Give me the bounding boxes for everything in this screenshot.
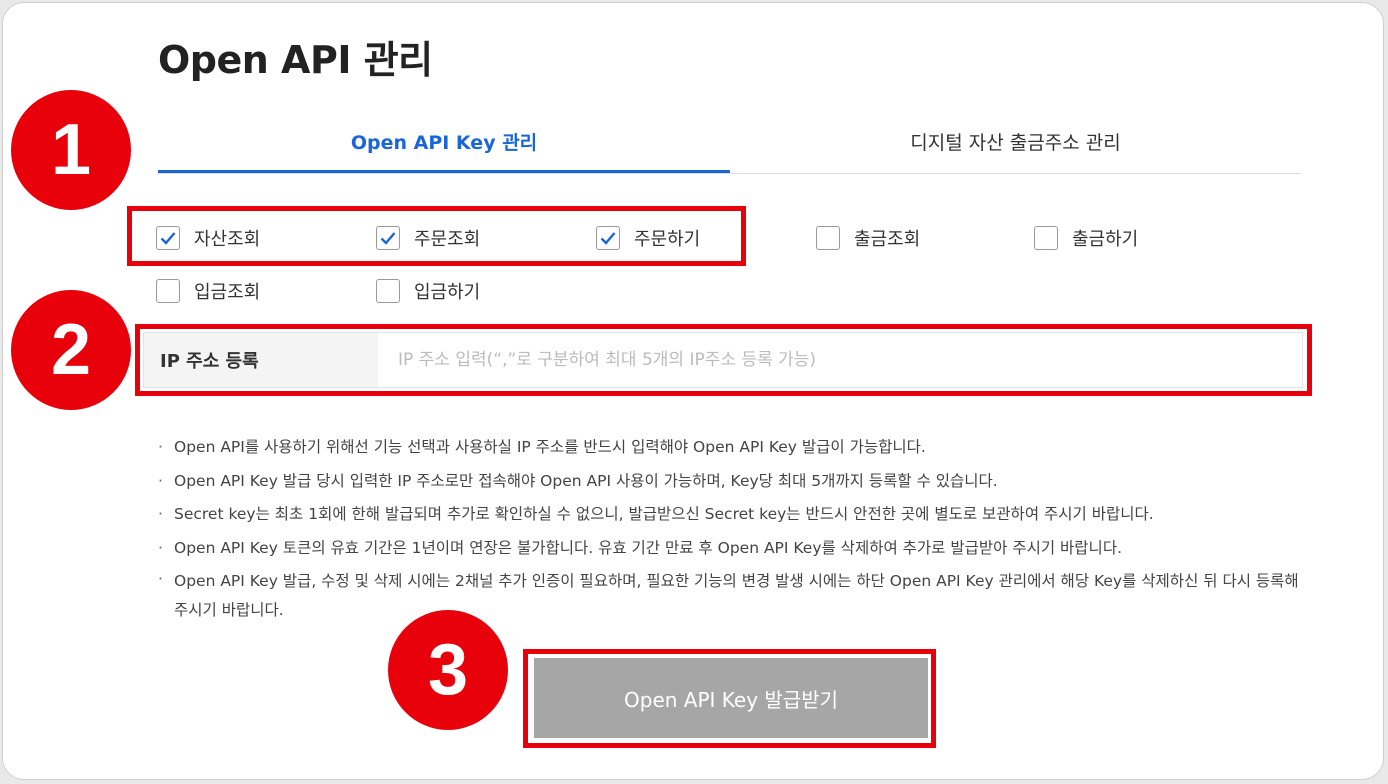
issue-api-key-button[interactable]: Open API Key 발급받기 bbox=[534, 658, 928, 738]
checkbox-deposit[interactable]: 입금하기 bbox=[376, 277, 480, 305]
notice-item: Open API를 사용하기 위해선 기능 선택과 사용하실 IP 주소를 반드… bbox=[158, 431, 1308, 465]
notice-item: Open API Key 발급, 수정 및 삭제 시에는 2채널 추가 인증이 … bbox=[158, 565, 1308, 625]
checkbox-box[interactable] bbox=[1034, 226, 1058, 250]
step-badge-3: 3 bbox=[388, 610, 508, 730]
checkbox-box[interactable] bbox=[376, 226, 400, 250]
checkbox-withdrawal-inquiry[interactable]: 출금조회 bbox=[816, 224, 920, 252]
notice-list: Open API를 사용하기 위해선 기능 선택과 사용하실 IP 주소를 반드… bbox=[158, 431, 1308, 625]
tab-bar: Open API Key 관리 디지털 자산 출금주소 관리 bbox=[158, 113, 1301, 174]
checkbox-label: 출금조회 bbox=[854, 229, 921, 250]
notice-item: Open API Key 토큰의 유효 기간은 1년이며 연장은 불가합니다. … bbox=[158, 532, 1308, 566]
checkbox-box[interactable] bbox=[156, 226, 180, 250]
tab-open-api-key[interactable]: Open API Key 관리 bbox=[158, 113, 730, 173]
checkmark-icon bbox=[160, 232, 176, 245]
checkbox-box[interactable] bbox=[596, 226, 620, 250]
checkbox-box[interactable] bbox=[156, 279, 180, 303]
checkbox-withdraw[interactable]: 출금하기 bbox=[1034, 224, 1138, 252]
checkbox-label: 주문조회 bbox=[414, 229, 481, 250]
checkbox-asset-inquiry[interactable]: 자산조회 bbox=[156, 224, 260, 252]
step-badge-1: 1 bbox=[11, 90, 131, 210]
page-title: Open API 관리 bbox=[158, 38, 433, 82]
notice-item: Open API Key 발급 당시 입력한 IP 주소로만 접속해야 Open… bbox=[158, 465, 1308, 499]
checkbox-label: 입금조회 bbox=[194, 282, 261, 303]
notice-item: Secret key는 최초 1회에 한해 발급되며 추가로 확인하실 수 없으… bbox=[158, 498, 1308, 532]
step-badge-2: 2 bbox=[11, 290, 131, 410]
ip-registration-label: IP 주소 등록 bbox=[144, 333, 378, 387]
tab-withdrawal-address[interactable]: 디지털 자산 출금주소 관리 bbox=[730, 113, 1301, 173]
checkmark-icon bbox=[380, 232, 396, 245]
ip-registration-row: IP 주소 등록 bbox=[143, 332, 1303, 388]
checkbox-label: 자산조회 bbox=[194, 229, 261, 250]
checkmark-icon bbox=[600, 232, 616, 245]
checkbox-label: 입금하기 bbox=[414, 282, 481, 303]
checkbox-deposit-inquiry[interactable]: 입금조회 bbox=[156, 277, 260, 305]
checkbox-label: 출금하기 bbox=[1072, 229, 1139, 250]
checkbox-box[interactable] bbox=[816, 226, 840, 250]
ip-address-input[interactable] bbox=[378, 333, 1302, 387]
checkbox-label: 주문하기 bbox=[634, 229, 701, 250]
checkbox-box[interactable] bbox=[376, 279, 400, 303]
page-card: Open API 관리 Open API Key 관리 디지털 자산 출금주소 … bbox=[2, 2, 1384, 780]
checkbox-order-inquiry[interactable]: 주문조회 bbox=[376, 224, 480, 252]
checkbox-place-order[interactable]: 주문하기 bbox=[596, 224, 700, 252]
